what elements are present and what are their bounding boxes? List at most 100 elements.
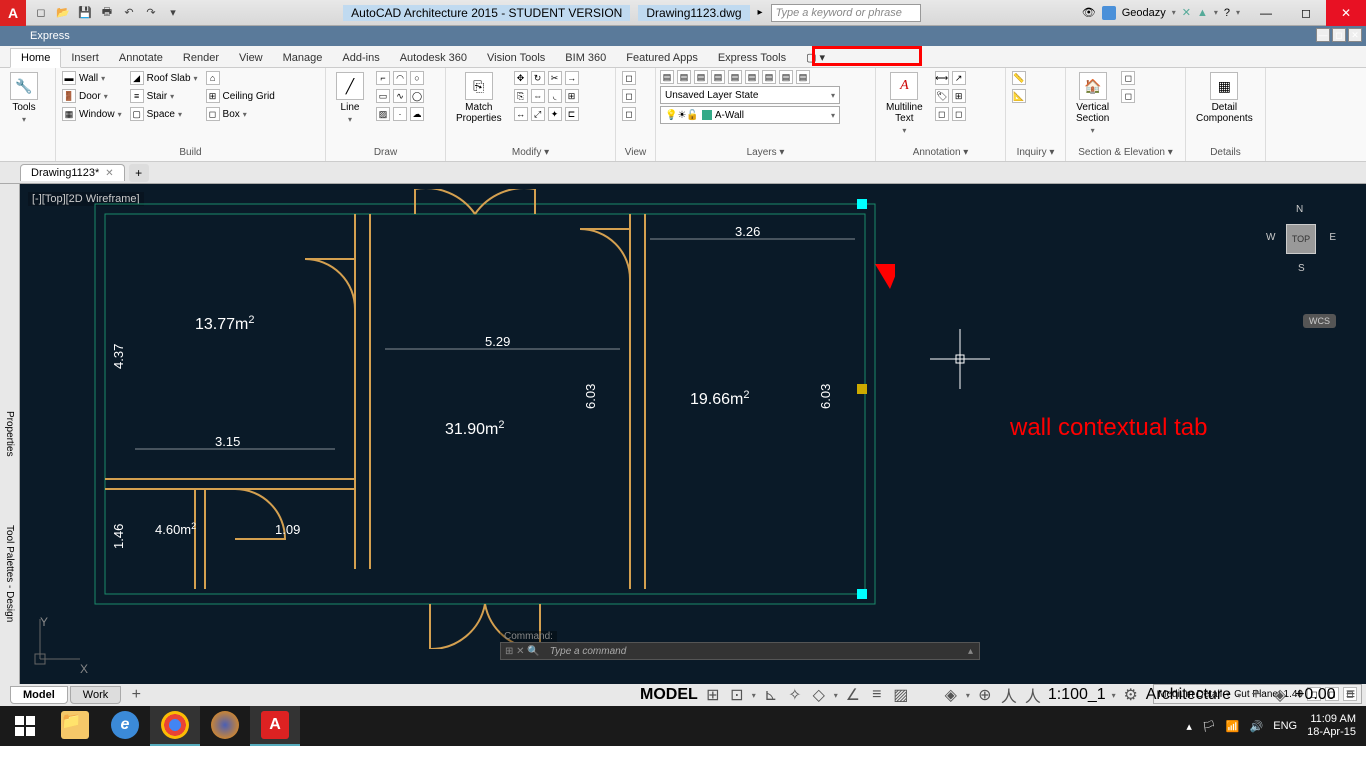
- anno-icon-2[interactable]: ◻: [952, 107, 966, 121]
- customize-icon[interactable]: ≡: [1342, 686, 1360, 704]
- layer-icon-1[interactable]: ▤: [660, 70, 674, 84]
- explode-icon[interactable]: ✦: [548, 107, 562, 121]
- taskbar-firefox[interactable]: [200, 706, 250, 746]
- doc-minimize-icon[interactable]: —: [1316, 28, 1330, 42]
- copy-icon[interactable]: ⎘: [514, 89, 528, 103]
- spline-icon[interactable]: ∿: [393, 89, 407, 103]
- layer-icon-2[interactable]: ▤: [677, 70, 691, 84]
- inquiry-icon-2[interactable]: 📐: [1012, 89, 1026, 103]
- work-tab[interactable]: Work: [70, 686, 121, 704]
- maximize-button[interactable]: ◻: [1286, 0, 1326, 26]
- polyline-icon[interactable]: ⌐: [376, 71, 390, 85]
- layer-icon-8[interactable]: ▤: [779, 70, 793, 84]
- roof-icon[interactable]: ⌂: [204, 70, 277, 86]
- tray-lang[interactable]: ENG: [1273, 720, 1297, 732]
- snap-icon[interactable]: ⊡: [728, 686, 746, 704]
- window-button[interactable]: ▦Window▾: [60, 106, 124, 122]
- taskbar-ie[interactable]: e: [100, 706, 150, 746]
- minimize-button[interactable]: —: [1246, 0, 1286, 26]
- tab-render[interactable]: Render: [173, 49, 229, 67]
- mirror-icon[interactable]: ⇔: [531, 89, 545, 103]
- layer-icon-5[interactable]: ▤: [728, 70, 742, 84]
- qat-more-icon[interactable]: ▾: [164, 4, 182, 22]
- circle-icon[interactable]: ○: [410, 71, 424, 85]
- fillet-icon[interactable]: ◟: [548, 89, 562, 103]
- tab-autodesk360[interactable]: Autodesk 360: [390, 49, 477, 67]
- box-button[interactable]: ◻Box▾: [204, 106, 277, 122]
- panel-modify-label[interactable]: Modify ▾: [450, 146, 611, 159]
- view-icon-3[interactable]: ◻: [622, 107, 636, 121]
- arc-icon[interactable]: ◠: [393, 71, 407, 85]
- app-menu-icon[interactable]: A: [0, 0, 26, 26]
- ucs-icon[interactable]: Y X: [30, 609, 90, 674]
- trim-icon[interactable]: ✂: [548, 71, 562, 85]
- dim-icon[interactable]: ⟷: [935, 71, 949, 85]
- scale-icon[interactable]: ⤢: [531, 107, 545, 121]
- tab-manage[interactable]: Manage: [273, 49, 333, 67]
- stretch-icon[interactable]: ↔: [514, 107, 528, 121]
- layer-state-combo[interactable]: Unsaved Layer State▾: [660, 86, 840, 104]
- wall-grip[interactable]: [857, 199, 867, 209]
- model-tab[interactable]: Model: [10, 686, 68, 704]
- elev-icon[interactable]: ◈: [1271, 686, 1289, 704]
- tray-clock[interactable]: 11:09 AM 18-Apr-15: [1307, 713, 1356, 739]
- offset-icon[interactable]: ⊏: [565, 107, 579, 121]
- tray-volume-icon[interactable]: 🔊: [1250, 720, 1264, 733]
- drawing-canvas[interactable]: [-][Top][2D Wireframe] N S E W TOP WCS: [20, 184, 1366, 684]
- tab-insert[interactable]: Insert: [61, 49, 109, 67]
- roofslab-button[interactable]: ◢Roof Slab▾: [128, 70, 200, 86]
- inquiry-icon-1[interactable]: 📏: [1012, 71, 1026, 85]
- taskbar-explorer[interactable]: 📁: [50, 706, 100, 746]
- anno-icon-1[interactable]: ◻: [935, 107, 949, 121]
- compass-e[interactable]: E: [1329, 232, 1336, 243]
- panel-layers-label[interactable]: Layers ▾: [660, 146, 871, 159]
- tab-featuredapps[interactable]: Featured Apps: [616, 49, 708, 67]
- tab-view[interactable]: View: [229, 49, 273, 67]
- tab-home[interactable]: Home: [10, 48, 61, 68]
- express-menu[interactable]: Express — ◻ ✕: [0, 26, 1366, 46]
- undo-icon[interactable]: ↶: [120, 4, 138, 22]
- scale-combo[interactable]: 1:100_1: [1048, 686, 1106, 704]
- wall-grip[interactable]: [857, 589, 867, 599]
- lweight-icon[interactable]: ≡: [868, 686, 886, 704]
- otrack-icon[interactable]: ∠: [844, 686, 862, 704]
- compass-s[interactable]: S: [1298, 263, 1305, 274]
- ortho-icon[interactable]: ⊾: [762, 686, 780, 704]
- viewcube[interactable]: N S E W TOP: [1266, 204, 1336, 274]
- tab-expresstools[interactable]: Express Tools: [708, 49, 796, 67]
- space-button[interactable]: ▢Space▾: [128, 106, 200, 122]
- tag-icon[interactable]: 🏷: [935, 89, 949, 103]
- username[interactable]: Geodazy: [1122, 7, 1166, 19]
- print-icon[interactable]: 🖶: [98, 4, 116, 22]
- gear-icon[interactable]: ⚙: [1122, 686, 1140, 704]
- panel-annotation-label[interactable]: Annotation ▾: [880, 146, 1001, 159]
- hatch-icon[interactable]: ▨: [376, 107, 390, 121]
- workspace-combo[interactable]: Architecture: [1146, 686, 1231, 704]
- tab-visiontools[interactable]: Vision Tools: [477, 49, 555, 67]
- polar-icon[interactable]: ✧: [786, 686, 804, 704]
- model-button[interactable]: MODEL: [640, 686, 698, 704]
- layer-icon-6[interactable]: ▤: [745, 70, 759, 84]
- wcs-badge[interactable]: WCS: [1303, 314, 1336, 328]
- layer-icon-9[interactable]: ▤: [796, 70, 810, 84]
- start-button[interactable]: [0, 706, 50, 746]
- tab-bim360[interactable]: BIM 360: [555, 49, 616, 67]
- a360-icon[interactable]: ▲: [1197, 7, 1208, 19]
- stair-button[interactable]: ≡Stair▾: [128, 88, 200, 104]
- compass-w[interactable]: W: [1266, 232, 1275, 243]
- section-icon-2[interactable]: ◻: [1121, 89, 1135, 103]
- match-props-button[interactable]: ⎘Match Properties: [450, 70, 508, 126]
- view-icon-1[interactable]: ◻: [622, 71, 636, 85]
- wall-button[interactable]: ▬Wall▾: [60, 70, 124, 86]
- door-button[interactable]: 🚪Door▾: [60, 88, 124, 104]
- add-layout-button[interactable]: +: [127, 686, 145, 704]
- view-icon-2[interactable]: ◻: [622, 89, 636, 103]
- tray-network-icon[interactable]: 📶: [1226, 720, 1240, 733]
- compass-n[interactable]: N: [1296, 204, 1303, 215]
- command-line[interactable]: ⊞ ✕ 🔍 Type a command ▴: [500, 642, 980, 660]
- transparency-icon[interactable]: ▨: [892, 686, 910, 704]
- detail-comp-button[interactable]: ▦Detail Components: [1190, 70, 1259, 126]
- doc-close-icon[interactable]: ✕: [1348, 28, 1362, 42]
- open-icon[interactable]: 📂: [54, 4, 72, 22]
- layer-icon-3[interactable]: ▤: [694, 70, 708, 84]
